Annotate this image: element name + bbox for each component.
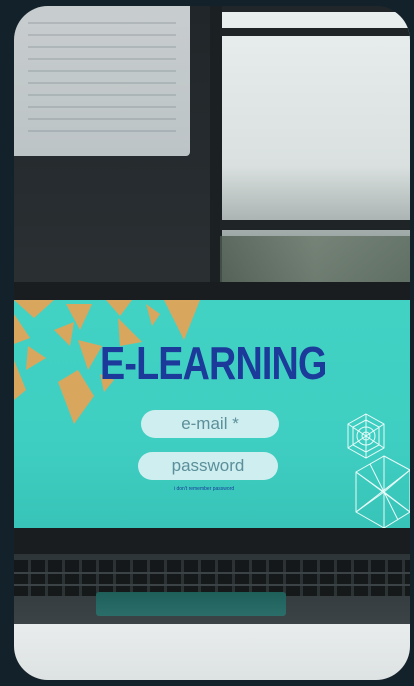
email-field[interactable]: e-mail * <box>141 410 279 438</box>
desk-surface <box>14 624 410 680</box>
key-row-divider <box>14 584 410 586</box>
password-field[interactable]: password <box>138 452 278 480</box>
laptop-screen: E-LEARNING e-mail * password i don't rem… <box>14 300 410 528</box>
trackpad <box>96 592 286 616</box>
page-title: E-LEARNING <box>100 337 327 389</box>
window-frame-middle <box>220 220 410 230</box>
wall-paper <box>14 6 190 156</box>
keyboard-keys <box>14 560 410 596</box>
paper-writing <box>28 22 176 134</box>
window-frame-top <box>220 28 410 36</box>
key-row-divider <box>14 572 410 574</box>
forgot-password-link[interactable]: i don't remember password <box>174 486 234 492</box>
wireframe-polyhedron-icon <box>355 455 410 528</box>
photo-frame: E-LEARNING e-mail * password i don't rem… <box>14 6 410 680</box>
